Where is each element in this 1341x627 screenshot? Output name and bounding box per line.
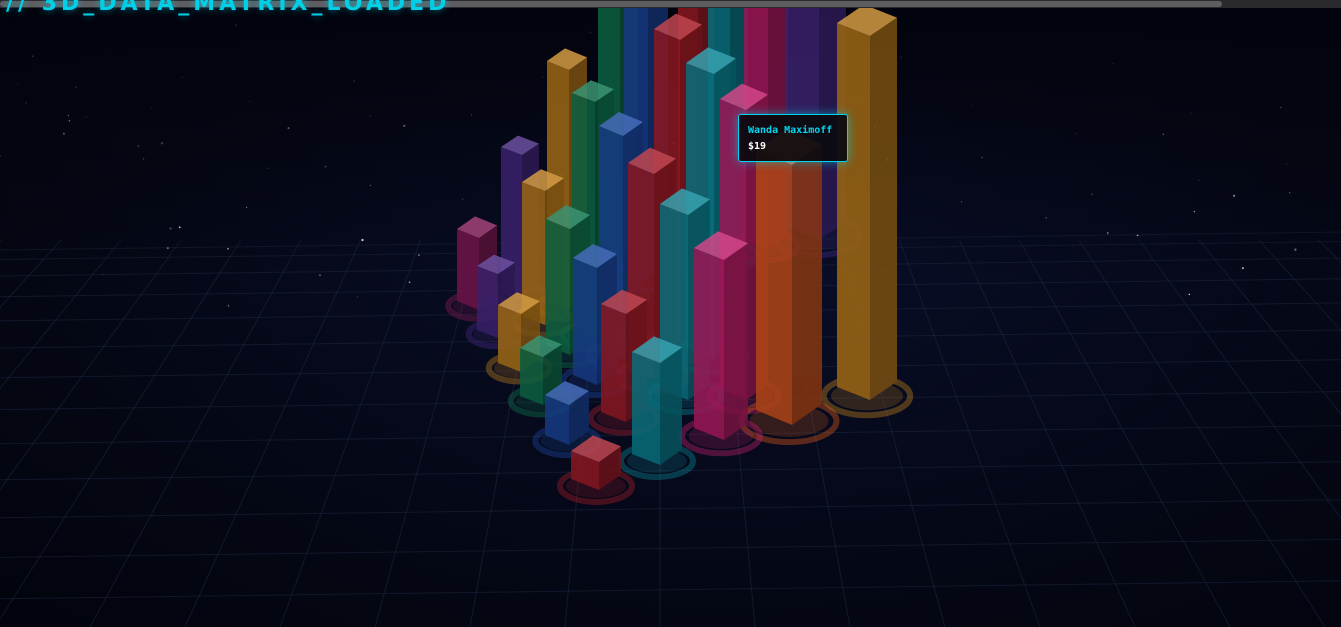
bar-left-face (837, 23, 870, 400)
bar-right-face (792, 144, 822, 425)
bar-right-face (870, 17, 897, 400)
bar-left-face (457, 229, 479, 310)
bar-left-face (546, 219, 570, 355)
bar-right-face (660, 347, 682, 465)
tooltip-name: Wanda Maximoff (748, 125, 833, 136)
bar-left-face (498, 305, 521, 372)
bar-left-face (477, 266, 498, 338)
status-title: // 3D_DATA_MATRIX_LOADED (6, 0, 451, 16)
bar-matrix-3d[interactable] (0, 0, 1341, 627)
bar-right-face (724, 243, 748, 440)
bar-left-face (601, 304, 626, 422)
scene-viewport[interactable]: // 3D_DATA_MATRIX_LOADED Wanda Maximoff … (0, 0, 1341, 627)
bar-left-face (756, 150, 792, 425)
bar-tooltip: Wanda Maximoff $19 (738, 114, 848, 162)
bar-left-face (573, 258, 597, 385)
tooltip-value: $19 (748, 141, 767, 152)
bar-left-face (632, 352, 660, 465)
bar-left-face (520, 348, 543, 405)
bar-left-face (694, 248, 724, 440)
